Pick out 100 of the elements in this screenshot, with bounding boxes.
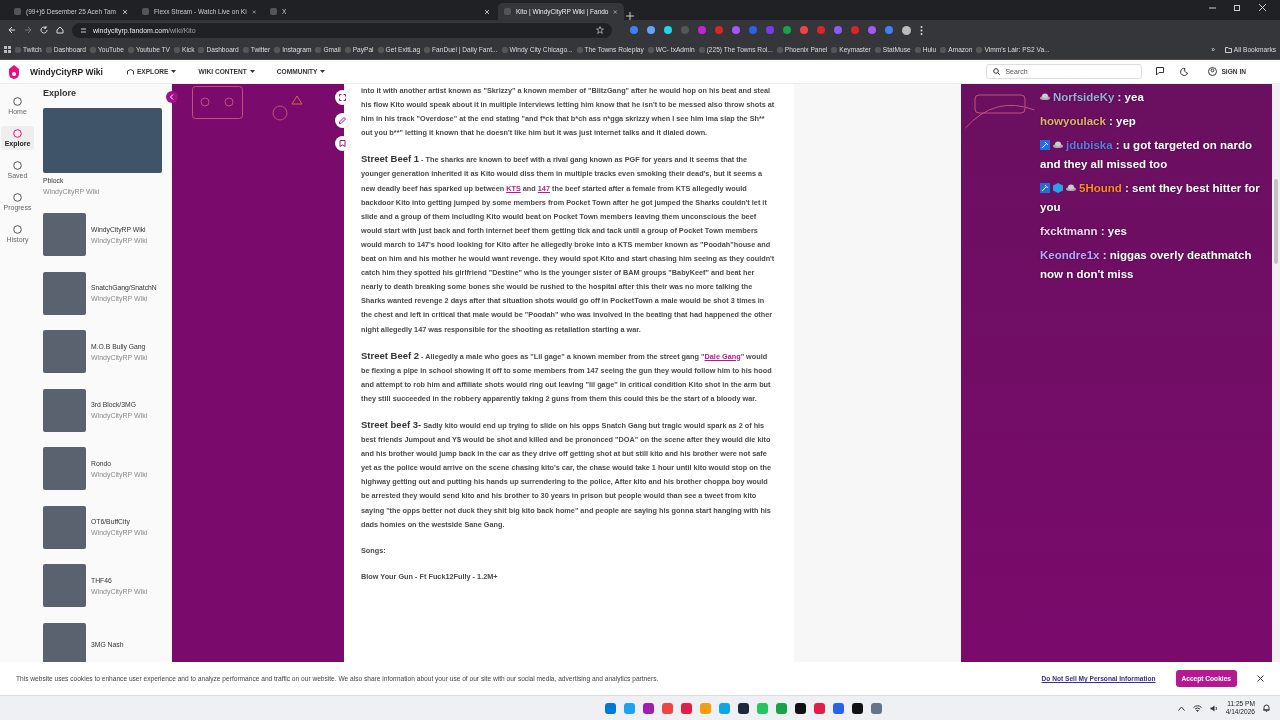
extension-icon[interactable] <box>732 26 740 34</box>
favicon-icon <box>914 46 921 53</box>
new-tab-icon[interactable] <box>626 12 634 20</box>
chat-username: fxcktmann <box>1040 225 1098 237</box>
moon-icon[interactable] <box>1180 67 1189 76</box>
profile-icon[interactable] <box>902 25 911 35</box>
menu-icon[interactable] <box>920 25 923 35</box>
chat-message: howyoulack : yep <box>1040 114 1136 129</box>
chat-username: NorfsideKy <box>1053 91 1115 103</box>
favicon-icon <box>45 46 52 53</box>
site-info-icon[interactable] <box>80 26 87 34</box>
bookmark-icon <box>339 140 346 147</box>
expand-icon <box>339 94 346 101</box>
favicon-icon <box>142 8 149 15</box>
extension-icon[interactable] <box>647 26 655 34</box>
chevron-left-icon <box>169 94 175 100</box>
taskbar-app-icon[interactable] <box>795 702 807 714</box>
chat-username: howyoulack <box>1040 115 1106 127</box>
circle-icon <box>13 225 22 234</box>
favicon-icon <box>242 46 249 53</box>
restore-icon[interactable] <box>1234 3 1241 11</box>
chat-message: Keondre1x : niggas overly deathmatch now n don't miss <box>1040 248 1253 282</box>
hammer-icon <box>1040 140 1050 150</box>
caret-icon <box>249 70 255 73</box>
back-icon[interactable] <box>8 26 16 34</box>
fandom-logo-icon[interactable] <box>8 64 20 79</box>
favicon-icon <box>940 46 947 53</box>
chat-bubbles-icon[interactable] <box>1156 67 1167 76</box>
chat-message: jdubiska : u got targeted on nardo and they all missed too <box>1040 138 1253 172</box>
apps-grid-icon[interactable] <box>4 46 11 53</box>
photo-placeholder[interactable] <box>43 271 86 315</box>
panel-title: Explore <box>43 88 77 98</box>
favicon-icon <box>315 46 322 53</box>
favicon-icon <box>501 46 508 53</box>
favicon-icon <box>874 46 881 53</box>
hat-icon <box>1040 92 1050 102</box>
hammer-icon <box>1040 183 1050 193</box>
bell-icon[interactable] <box>1263 704 1270 712</box>
circle-icon <box>13 161 22 170</box>
close-icon[interactable] <box>484 8 490 15</box>
favicon-icon <box>274 46 281 53</box>
favicon-icon <box>776 46 783 53</box>
close-icon[interactable] <box>1257 675 1264 682</box>
chat-username: 5Hound <box>1079 182 1122 194</box>
extension-icon[interactable] <box>783 26 791 34</box>
extension-icon[interactable] <box>664 26 672 34</box>
circle-icon <box>13 97 22 106</box>
wifi-icon[interactable] <box>1192 704 1202 712</box>
favicon-icon <box>89 46 96 53</box>
favicon-icon <box>976 46 983 53</box>
close-icon[interactable] <box>122 8 128 15</box>
photo-placeholder[interactable] <box>43 388 86 432</box>
hat-icon <box>1066 183 1076 193</box>
favicon-icon <box>698 46 705 53</box>
favicon-icon <box>424 46 431 53</box>
search-icon <box>993 68 1001 75</box>
favicon-icon <box>344 46 351 53</box>
favicon-icon <box>174 46 180 53</box>
scrollbar[interactable] <box>1274 179 1278 264</box>
extension-icon[interactable] <box>868 26 876 34</box>
photo-placeholder[interactable] <box>43 622 86 662</box>
favicon-icon <box>504 8 511 15</box>
arch-icon <box>126 68 134 75</box>
favicon-icon <box>127 46 134 53</box>
favicon-icon <box>576 46 583 53</box>
user-icon <box>1208 67 1218 76</box>
extension-icon[interactable] <box>800 26 808 34</box>
circle-icon <box>13 193 22 202</box>
caret-icon <box>320 70 326 73</box>
favicon-icon <box>198 46 205 53</box>
favicon-icon <box>15 46 21 53</box>
reload-icon[interactable] <box>40 26 48 34</box>
home-icon[interactable] <box>56 26 64 34</box>
chat-username: Keondre1x <box>1040 249 1100 261</box>
taskbar-app-icon[interactable] <box>852 702 864 714</box>
favicon-icon <box>14 8 21 15</box>
pencil-icon <box>339 117 346 124</box>
favicon-icon <box>270 8 277 15</box>
favicon-icon <box>647 46 654 53</box>
favicon-icon <box>831 46 838 53</box>
extension-icon[interactable] <box>834 26 842 34</box>
folder-icon <box>1224 46 1232 53</box>
photo-placeholder[interactable] <box>43 505 86 549</box>
chat-message: 5Hound : sent they best hitter for you <box>1040 181 1261 215</box>
wiki-name[interactable]: WindyCityRP Wiki <box>30 66 103 77</box>
taskbar-app-icon[interactable] <box>738 702 750 714</box>
star-icon[interactable] <box>596 26 604 34</box>
extension-icon[interactable] <box>885 26 893 34</box>
chevron-up-icon[interactable] <box>1177 705 1185 711</box>
chat-username: jdubiska <box>1066 139 1113 151</box>
circle-icon <box>13 129 22 138</box>
favicon-icon <box>377 46 384 53</box>
extension-icon[interactable] <box>630 26 638 34</box>
caret-icon <box>171 70 177 73</box>
chat-message: fxcktmann : yes <box>1040 224 1127 239</box>
chat-message: NorfsideKy : yea <box>1040 88 1144 107</box>
cube-icon <box>1053 183 1063 193</box>
hat-icon <box>1053 140 1063 150</box>
speaker-icon[interactable] <box>1209 704 1218 712</box>
forward-icon[interactable] <box>24 26 32 34</box>
